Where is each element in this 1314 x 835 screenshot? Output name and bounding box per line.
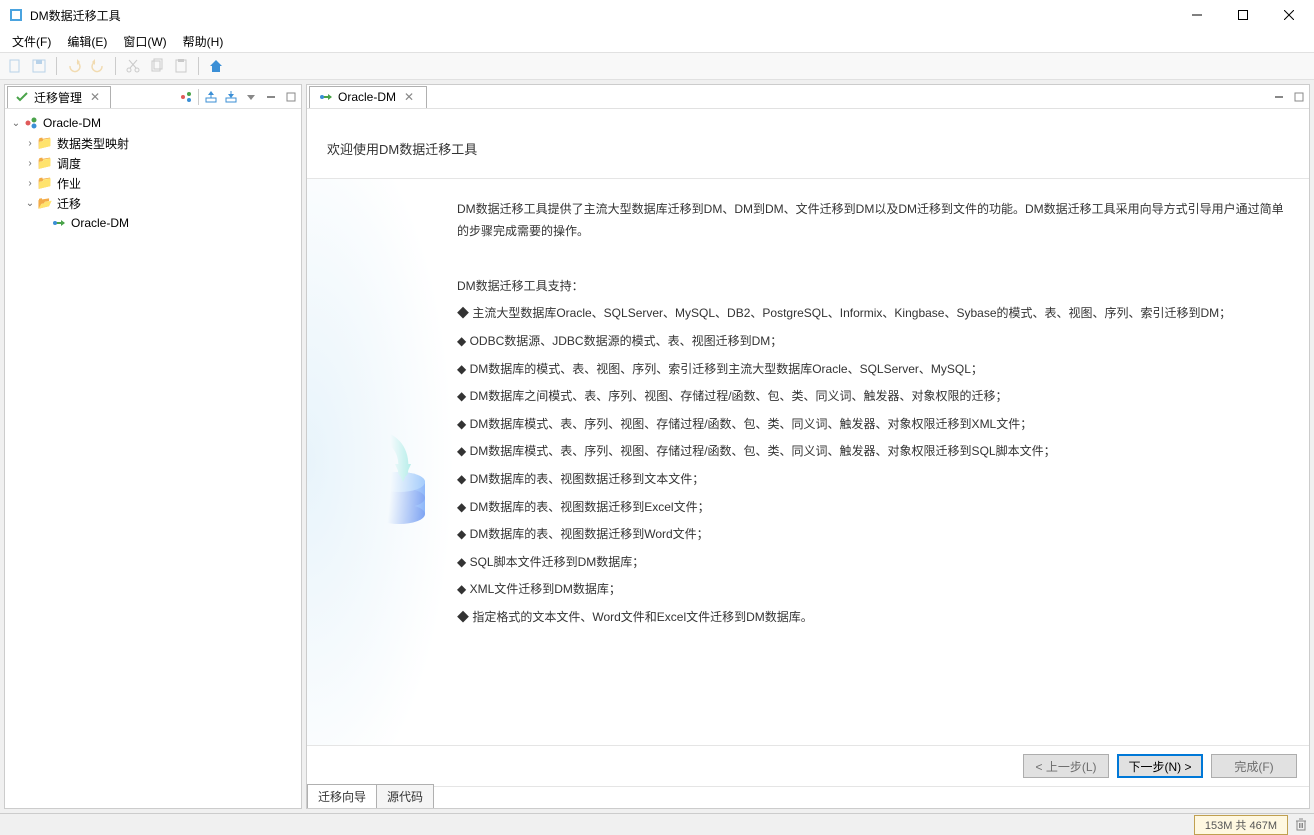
refresh-icon[interactable] xyxy=(178,89,194,105)
folder-icon: 📁 xyxy=(37,155,53,171)
maximize-panel-icon[interactable] xyxy=(1291,89,1307,105)
maximize-panel-icon[interactable] xyxy=(283,89,299,105)
project-icon xyxy=(23,115,39,131)
status-bar: 153M 共 467M xyxy=(0,813,1314,835)
bullet-item: ◆ XML文件迁移到DM数据库； xyxy=(457,579,1289,601)
bullet-item: ◆ DM数据库的表、视图数据迁移到Word文件； xyxy=(457,524,1289,546)
tree-expand-icon[interactable]: › xyxy=(23,158,37,169)
bullet-item: ◆ 指定格式的文本文件、Word文件和Excel文件迁移到DM数据库。 xyxy=(457,607,1289,629)
tree-label: 作业 xyxy=(57,175,81,192)
tree-view[interactable]: ⌄ Oracle-DM › 📁 数据类型映射 › 📁 调度 › 📁 作业 xyxy=(5,109,301,808)
tree-node-migration[interactable]: ⌄ 📂 迁移 xyxy=(9,193,297,213)
title-bar: DM数据迁移工具 xyxy=(0,0,1314,30)
app-icon xyxy=(8,7,24,23)
bullet-item: ◆ DM数据库的表、视图数据迁移到Excel文件； xyxy=(457,497,1289,519)
tab-close-icon[interactable]: ✕ xyxy=(86,90,104,104)
bullet-item: ◆ SQL脚本文件迁移到DM数据库； xyxy=(457,552,1289,574)
home-icon[interactable] xyxy=(205,55,227,77)
folder-icon: 📁 xyxy=(37,135,53,151)
content-text: DM数据迁移工具提供了主流大型数据库迁移到DM、DM到DM、文件迁移到DM以及D… xyxy=(457,179,1309,745)
tab-wizard[interactable]: 迁移向导 xyxy=(307,784,377,808)
menu-file[interactable]: 文件(F) xyxy=(4,31,59,52)
tree-label: 迁移 xyxy=(57,195,81,212)
redo-icon[interactable] xyxy=(87,55,109,77)
welcome-title: 欢迎使用DM数据迁移工具 xyxy=(307,109,1309,178)
tree-expand-icon[interactable]: › xyxy=(23,178,37,189)
support-title: DM数据迁移工具支持： xyxy=(457,276,1289,298)
left-panel: 迁移管理 ✕ ⌄ Oracle-DM › 📁 xyxy=(4,84,302,809)
save-icon[interactable] xyxy=(28,55,50,77)
menu-help[interactable]: 帮助(H) xyxy=(175,31,232,52)
intro-text: DM数据迁移工具提供了主流大型数据库迁移到DM、DM到DM、文件迁移到DM以及D… xyxy=(457,199,1289,242)
copy-icon[interactable] xyxy=(146,55,168,77)
tab-close-icon[interactable]: ✕ xyxy=(400,90,418,104)
memory-indicator[interactable]: 153M 共 467M xyxy=(1194,815,1288,835)
tree-node-type-mapping[interactable]: › 📁 数据类型映射 xyxy=(9,133,297,153)
folder-open-icon: 📂 xyxy=(37,195,53,211)
finish-button: 完成(F) xyxy=(1211,754,1297,778)
migration-icon xyxy=(14,89,30,105)
bottom-tabs: 迁移向导 源代码 xyxy=(307,786,1309,808)
tab-source[interactable]: 源代码 xyxy=(376,784,434,808)
export-icon[interactable] xyxy=(223,89,239,105)
next-button[interactable]: 下一步(N) > xyxy=(1117,754,1203,778)
bullet-item: ◆ DM数据库的模式、表、视图、序列、索引迁移到主流大型数据库Oracle、SQ… xyxy=(457,359,1289,381)
editor-tab-label: Oracle-DM xyxy=(338,90,396,104)
folder-icon: 📁 xyxy=(37,175,53,191)
tree-root[interactable]: ⌄ Oracle-DM xyxy=(9,113,297,133)
tree-label: Oracle-DM xyxy=(71,216,129,230)
editor-tabs: Oracle-DM ✕ xyxy=(307,85,1309,109)
minimize-panel-icon[interactable] xyxy=(263,89,279,105)
content-row: DM数据迁移工具提供了主流大型数据库迁移到DM、DM到DM、文件迁移到DM以及D… xyxy=(307,178,1309,746)
minimize-button[interactable] xyxy=(1174,0,1220,30)
bullet-item: ◆ DM数据库模式、表、序列、视图、存储过程/函数、包、类、同义词、触发器、对象… xyxy=(457,441,1289,463)
new-icon[interactable] xyxy=(4,55,26,77)
tree-node-job[interactable]: › 📁 作业 xyxy=(9,173,297,193)
cut-icon[interactable] xyxy=(122,55,144,77)
tree-root-label: Oracle-DM xyxy=(43,116,101,130)
trash-icon[interactable] xyxy=(1294,817,1310,833)
main-area: 迁移管理 ✕ ⌄ Oracle-DM › 📁 xyxy=(0,80,1314,813)
close-button[interactable] xyxy=(1266,0,1312,30)
tree-label: 数据类型映射 xyxy=(57,135,129,152)
tab-migration-label: 迁移管理 xyxy=(34,89,82,106)
bullet-item: ◆ DM数据库的表、视图数据迁移到文本文件； xyxy=(457,469,1289,491)
menu-bar: 文件(F) 编辑(E) 窗口(W) 帮助(H) xyxy=(0,30,1314,52)
right-panel: Oracle-DM ✕ 欢迎使用DM数据迁移工具 xyxy=(306,84,1310,809)
import-icon[interactable] xyxy=(203,89,219,105)
wizard-buttons: < 上一步(L) 下一步(N) > 完成(F) xyxy=(307,746,1309,786)
illustration xyxy=(307,179,457,745)
bullet-item: ◆ DM数据库模式、表、序列、视图、存储过程/函数、包、类、同义词、触发器、对象… xyxy=(457,414,1289,436)
menu-window[interactable]: 窗口(W) xyxy=(115,31,174,52)
tab-migration-manager[interactable]: 迁移管理 ✕ xyxy=(7,86,111,108)
bullet-item: ◆ DM数据库之间模式、表、序列、视图、存储过程/函数、包、类、同义词、触发器、… xyxy=(457,386,1289,408)
bullet-item: ◆ 主流大型数据库Oracle、SQLServer、MySQL、DB2、Post… xyxy=(457,303,1289,325)
dropdown-icon[interactable] xyxy=(243,89,259,105)
maximize-button[interactable] xyxy=(1220,0,1266,30)
migration-item-icon xyxy=(51,215,67,231)
tree-node-schedule[interactable]: › 📁 调度 xyxy=(9,153,297,173)
tree-expand-icon[interactable]: › xyxy=(23,138,37,149)
migration-item-icon xyxy=(318,89,334,105)
minimize-panel-icon[interactable] xyxy=(1271,89,1287,105)
toolbar xyxy=(0,52,1314,80)
editor-content: 欢迎使用DM数据迁移工具 xyxy=(307,109,1309,808)
paste-icon[interactable] xyxy=(170,55,192,77)
window-title: DM数据迁移工具 xyxy=(30,7,1174,24)
tree-toggle-icon[interactable]: ⌄ xyxy=(23,198,37,209)
prev-button: < 上一步(L) xyxy=(1023,754,1109,778)
undo-icon[interactable] xyxy=(63,55,85,77)
tree-toggle-icon[interactable]: ⌄ xyxy=(9,118,23,129)
bullet-item: ◆ ODBC数据源、JDBC数据源的模式、表、视图迁移到DM； xyxy=(457,331,1289,353)
menu-edit[interactable]: 编辑(E) xyxy=(59,31,115,52)
tree-label: 调度 xyxy=(57,155,81,172)
tree-node-oracle-dm[interactable]: Oracle-DM xyxy=(9,213,297,233)
editor-tab-oracle-dm[interactable]: Oracle-DM ✕ xyxy=(309,86,427,108)
left-panel-tabs: 迁移管理 ✕ xyxy=(5,85,301,109)
